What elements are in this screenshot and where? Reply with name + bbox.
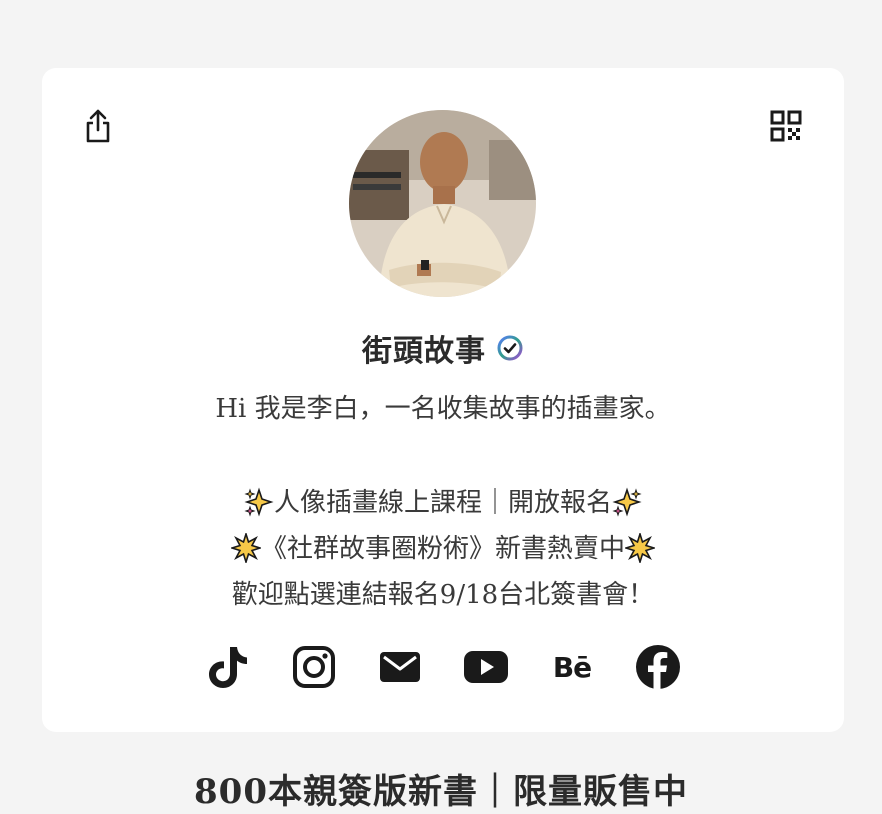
bio-line-book-text: 《社群故事圈粉術》新書熱賣中 [260,534,625,564]
youtube-link[interactable] [461,642,511,692]
instagram-icon [293,646,335,688]
email-link[interactable] [375,642,425,692]
bio-line-book: 《社群故事圈粉術》新書熱賣中 [42,526,844,572]
sparkles-icon [244,487,274,517]
bio-line-intro: Hi 我是李白，一名收集故事的插畫家。 [215,394,671,424]
avatar [349,110,536,297]
bio: Hi 我是李白，一名收集故事的插畫家。 人像插畫線上課程｜開放報名 《社群故事圈… [42,386,844,618]
instagram-link[interactable] [289,642,339,692]
social-links: Bē [42,642,844,692]
glowing-star-icon [625,533,655,563]
section-heading: 800本親簽版新書｜限量販售中 [194,772,688,812]
email-icon [380,652,420,682]
profile-card: 街頭故事 Hi 我是李白，一名收集故事的插畫家。 人像插畫線上課程｜開放報名 《… [42,68,844,732]
share-button[interactable] [78,106,118,146]
bio-line-course-text: 人像插畫線上課程｜開放報名 [273,488,612,518]
bio-line-event: 歡迎點選連結報名9/18台北簽書會！ [231,580,655,610]
youtube-icon [464,651,508,683]
avatar-photo [349,110,536,297]
glowing-star-icon [230,533,261,563]
bio-spacer [42,432,844,480]
facebook-icon [636,645,680,689]
qr-code-icon [770,110,802,142]
name-row: 街頭故事 [42,326,844,370]
behance-link[interactable]: Bē [547,642,597,692]
facebook-link[interactable] [633,642,683,692]
verified-badge-icon [497,335,523,361]
profile-name: 街頭故事 [362,334,486,369]
tiktok-link[interactable] [203,642,253,692]
behance-icon: Bē [552,650,592,684]
share-icon [86,109,110,143]
bio-line-course: 人像插畫線上課程｜開放報名 [42,480,844,526]
sparkles-icon [612,487,642,517]
qr-code-button[interactable] [766,106,806,146]
tiktok-icon [209,647,247,688]
